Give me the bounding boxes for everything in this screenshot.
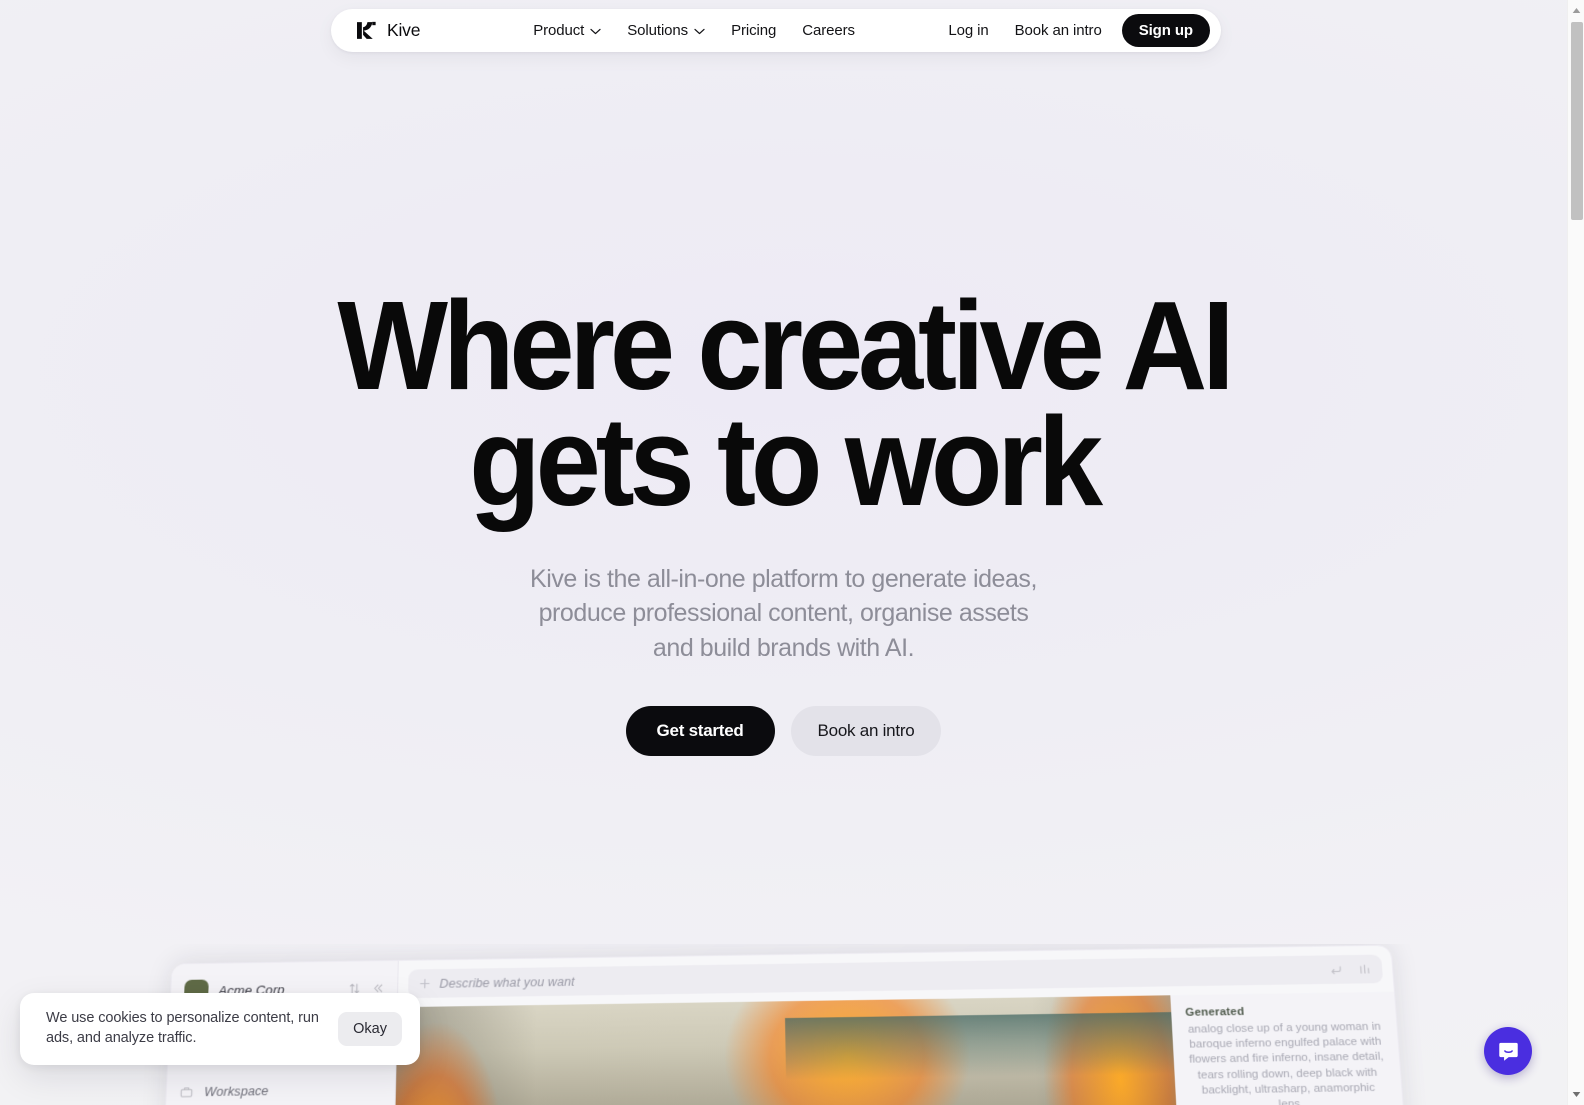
hero-cta-group: Get started Book an intro [0, 706, 1567, 757]
scroll-down-arrow-icon[interactable] [1568, 1086, 1584, 1103]
page-background: Kive Product Solutions Pricing Careers L… [0, 0, 1567, 1105]
generated-prompt-panel: Generated analog close up of a young wom… [1170, 991, 1416, 1105]
generated-image-preview[interactable] [391, 995, 1186, 1105]
sliders-icon[interactable] [1358, 963, 1372, 976]
vertical-scrollbar[interactable] [1567, 0, 1584, 1105]
mockup-canvas: Generated analog close up of a young wom… [391, 991, 1416, 1105]
cookie-consent-banner: We use cookies to personalize content, r… [20, 993, 420, 1065]
sidebar-item-workspace-label: Workspace [203, 1084, 269, 1100]
get-started-button[interactable]: Get started [625, 706, 775, 757]
workspace-icon [180, 1086, 194, 1099]
page-title: Where creative AI gets to work [55, 283, 1512, 525]
enter-return-icon[interactable] [1329, 963, 1343, 976]
prompt-input-bar[interactable]: Describe what you want [408, 954, 1384, 999]
generated-panel-title: Generated [1185, 1006, 1245, 1019]
hero-subtitle-line-1: Kive is the all-in-one platform to gener… [530, 564, 1037, 593]
chat-bubble-icon [1498, 1042, 1518, 1061]
hero-subtitle-line-3: and build brands with AI. [652, 633, 915, 662]
hero-subtitle: Kive is the all-in-one platform to gener… [0, 562, 1567, 666]
prompt-input-placeholder: Describe what you want [439, 974, 575, 991]
generated-prompt-text: analog close up of a young woman in baro… [1187, 1020, 1385, 1105]
plus-icon[interactable] [419, 978, 430, 989]
sidebar-item-workspace[interactable]: Workspace [180, 1082, 382, 1099]
hero-section: Where creative AI gets to work Kive is t… [0, 0, 1567, 757]
scrollbar-thumb[interactable] [1571, 22, 1583, 220]
scroll-up-arrow-icon[interactable] [1568, 2, 1584, 19]
mockup-main-area: Describe what you want Generated analog … [391, 946, 1416, 1105]
intercom-chat-launcher[interactable] [1484, 1027, 1532, 1075]
prompt-tool-icons [1329, 963, 1372, 976]
cookie-accept-button[interactable]: Okay [338, 1012, 402, 1046]
cookie-banner-message: We use cookies to personalize content, r… [46, 1010, 319, 1046]
hero-subtitle-line-2: produce professional content, organise a… [538, 599, 1029, 628]
book-an-intro-button[interactable]: Book an intro [790, 706, 942, 757]
hero-title-line-2: gets to work [469, 390, 1103, 532]
